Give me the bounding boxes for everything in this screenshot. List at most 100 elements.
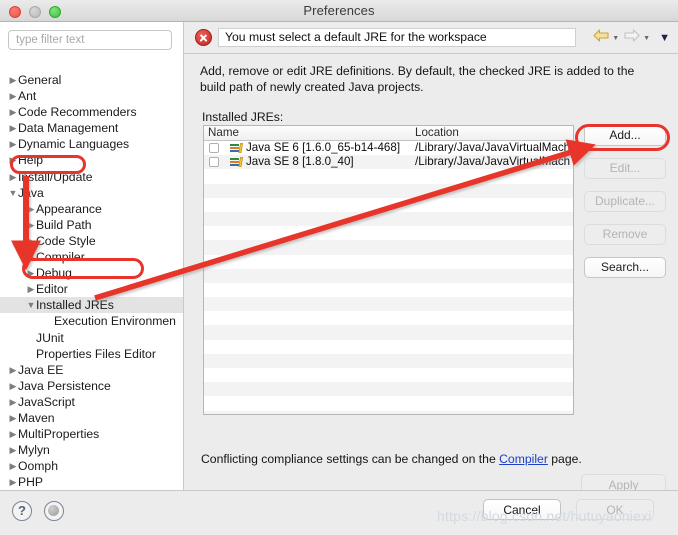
table-row-empty	[204, 282, 573, 298]
forward-dropdown-icon[interactable]: ▼	[643, 35, 650, 42]
table-row[interactable]: Java SE 6 [1.6.0_65-b14-468] /Library/Jav…	[204, 141, 573, 156]
back-dropdown-icon[interactable]: ▼	[612, 35, 619, 42]
remove-button[interactable]: Remove	[584, 224, 666, 245]
sidebar-item-php[interactable]: ▶ PHP	[0, 474, 183, 490]
column-header-location[interactable]: Location	[415, 126, 459, 140]
chevron-right-icon[interactable]: ▶	[26, 249, 36, 265]
conflict-suffix: page.	[547, 452, 582, 466]
sidebar-item-label: Dynamic Languages	[18, 137, 130, 152]
table-row-empty	[204, 325, 573, 340]
column-header-name[interactable]: Name	[208, 126, 239, 140]
chevron-right-icon[interactable]: ▶	[8, 169, 18, 185]
chevron-right-icon[interactable]: ▶	[8, 474, 18, 490]
restore-defaults-icon[interactable]	[44, 501, 64, 521]
jre-action-buttons: Add... Edit... Duplicate... Remove Search...	[584, 125, 666, 290]
sidebar-item-java-ee[interactable]: ▶ Java EE	[0, 362, 183, 378]
chevron-right-icon[interactable]: ▶	[8, 378, 18, 394]
chevron-right-icon[interactable]: ▶	[8, 88, 18, 104]
jre-default-checkbox[interactable]	[209, 143, 219, 153]
installed-jres-label: Installed JREs:	[202, 110, 284, 124]
sidebar-item-installed-jres[interactable]: ▼Installed JREs	[0, 297, 183, 314]
jre-location-cell: /Library/Java/JavaVirtualMach	[415, 141, 571, 154]
sidebar-item-java[interactable]: ▼Java	[0, 185, 183, 201]
search-button[interactable]: Search...	[584, 257, 666, 278]
installed-jres-table[interactable]: Name Location Java SE 6 [1.6.0_65-b14-46…	[203, 125, 574, 415]
table-row-empty	[204, 311, 573, 326]
sidebar-item-maven[interactable]: ▶ Maven	[0, 410, 183, 426]
chevron-right-icon[interactable]: ▶	[26, 233, 36, 249]
sidebar-item-data-management[interactable]: ▶ Data Management	[0, 120, 183, 136]
sidebar-item-javascript[interactable]: ▶ JavaScript	[0, 394, 183, 410]
sidebar-item-appearance[interactable]: ▶ Appearance	[0, 201, 183, 217]
sidebar-item-label: Appearance	[36, 201, 102, 216]
chevron-right-icon[interactable]: ▶	[26, 201, 36, 217]
sidebar-item-label: Maven	[18, 410, 55, 425]
table-row-empty	[204, 396, 573, 411]
title-bar: Preferences	[0, 0, 678, 22]
sidebar-item-debug[interactable]: ▶ Debug	[0, 265, 183, 281]
chevron-down-icon[interactable]: ▼	[26, 297, 36, 313]
window-title: Preferences	[303, 3, 375, 18]
jre-icon	[230, 156, 244, 168]
back-arrow-icon[interactable]	[593, 29, 609, 47]
table-row-empty	[204, 368, 573, 383]
chevron-right-icon[interactable]: ▶	[26, 265, 36, 281]
table-row-empty	[204, 254, 573, 269]
table-row-empty	[204, 226, 573, 241]
sidebar-item-label: Ant	[18, 89, 37, 104]
sidebar-item-label: Code Style	[36, 233, 96, 248]
watermark-text: https://blog.csdn.net/hutuyaoniexi	[437, 508, 652, 524]
sidebar-item-help[interactable]: ▶ Help	[0, 152, 183, 168]
sidebar-item-label: Properties Files Editor	[36, 346, 156, 361]
sidebar-item-ant[interactable]: ▶ Ant	[0, 88, 183, 104]
preferences-tree[interactable]: ▶ General ▶ Ant ▶ Code Recommenders ▶ Data Mana…	[0, 72, 183, 490]
chevron-right-icon[interactable]: ▶	[8, 136, 18, 152]
help-icon[interactable]: ?	[12, 501, 32, 521]
chevron-right-icon[interactable]: ▶	[8, 152, 18, 168]
sidebar-item-install-update[interactable]: ▶ Install/Update	[0, 169, 183, 185]
chevron-right-icon[interactable]: ▶	[8, 104, 18, 120]
sidebar-item-multiproperties[interactable]: ▶ MultiProperties	[0, 426, 183, 442]
table-row[interactable]: Java SE 8 [1.8.0_40] /Library/Java/JavaVi…	[204, 155, 573, 170]
compiler-link[interactable]: Compiler	[499, 452, 548, 466]
chevron-right-icon[interactable]: ▶	[8, 362, 18, 378]
duplicate-button[interactable]: Duplicate...	[584, 191, 666, 212]
sidebar-item-editor[interactable]: ▶ Editor	[0, 281, 183, 297]
filter-input[interactable]	[8, 30, 172, 50]
chevron-right-icon[interactable]: ▶	[8, 410, 18, 426]
sidebar-item-dynamic-languages[interactable]: ▶ Dynamic Languages	[0, 136, 183, 152]
chevron-right-icon[interactable]: ▶	[8, 394, 18, 410]
add-button[interactable]: Add...	[584, 125, 666, 146]
chevron-right-icon[interactable]: ▶	[26, 217, 36, 233]
preferences-window: Preferences ▶General▶Ant▶Code Recommende…	[0, 0, 678, 535]
sidebar-item-junit[interactable]: JUnit	[0, 330, 183, 346]
sidebar-item-code-recommenders[interactable]: ▶ Code Recommenders	[0, 104, 183, 120]
jre-default-checkbox[interactable]	[209, 157, 219, 168]
table-row-empty	[204, 410, 573, 414]
chevron-down-icon[interactable]: ▼	[8, 185, 18, 201]
chevron-right-icon[interactable]: ▶	[8, 442, 18, 458]
sidebar-item-build-path[interactable]: ▶ Build Path	[0, 217, 183, 233]
sidebar-item-label: Compiler	[36, 250, 85, 265]
sidebar-item-mylyn[interactable]: ▶ Mylyn	[0, 442, 183, 458]
sidebar-item-compiler[interactable]: ▶ Compiler	[0, 249, 183, 265]
sidebar-item-code-style[interactable]: ▶ Code Style	[0, 233, 183, 249]
sidebar-item-properties-files-editor[interactable]: Properties Files Editor	[0, 346, 183, 362]
sidebar-item-label: Debug	[36, 266, 72, 281]
table-row-empty	[204, 297, 573, 312]
jre-name-cell: Java SE 8 [1.8.0_40]	[246, 155, 354, 169]
chevron-right-icon[interactable]: ▶	[8, 120, 18, 136]
sidebar-item-execution-environmen[interactable]: Execution Environmen	[0, 313, 183, 329]
dropdown-triangle-icon[interactable]: ▼	[659, 32, 670, 44]
edit-button[interactable]: Edit...	[584, 158, 666, 179]
chevron-right-icon[interactable]: ▶	[26, 281, 36, 297]
sidebar-item-oomph[interactable]: ▶ Oomph	[0, 458, 183, 474]
chevron-right-icon[interactable]: ▶	[8, 458, 18, 474]
forward-arrow-icon	[624, 29, 640, 47]
sidebar-item-general[interactable]: ▶ General	[0, 72, 183, 88]
chevron-right-icon[interactable]: ▶	[8, 72, 18, 88]
chevron-right-icon[interactable]: ▶	[8, 426, 18, 442]
sidebar-item-java-persistence[interactable]: ▶ Java Persistence	[0, 378, 183, 394]
